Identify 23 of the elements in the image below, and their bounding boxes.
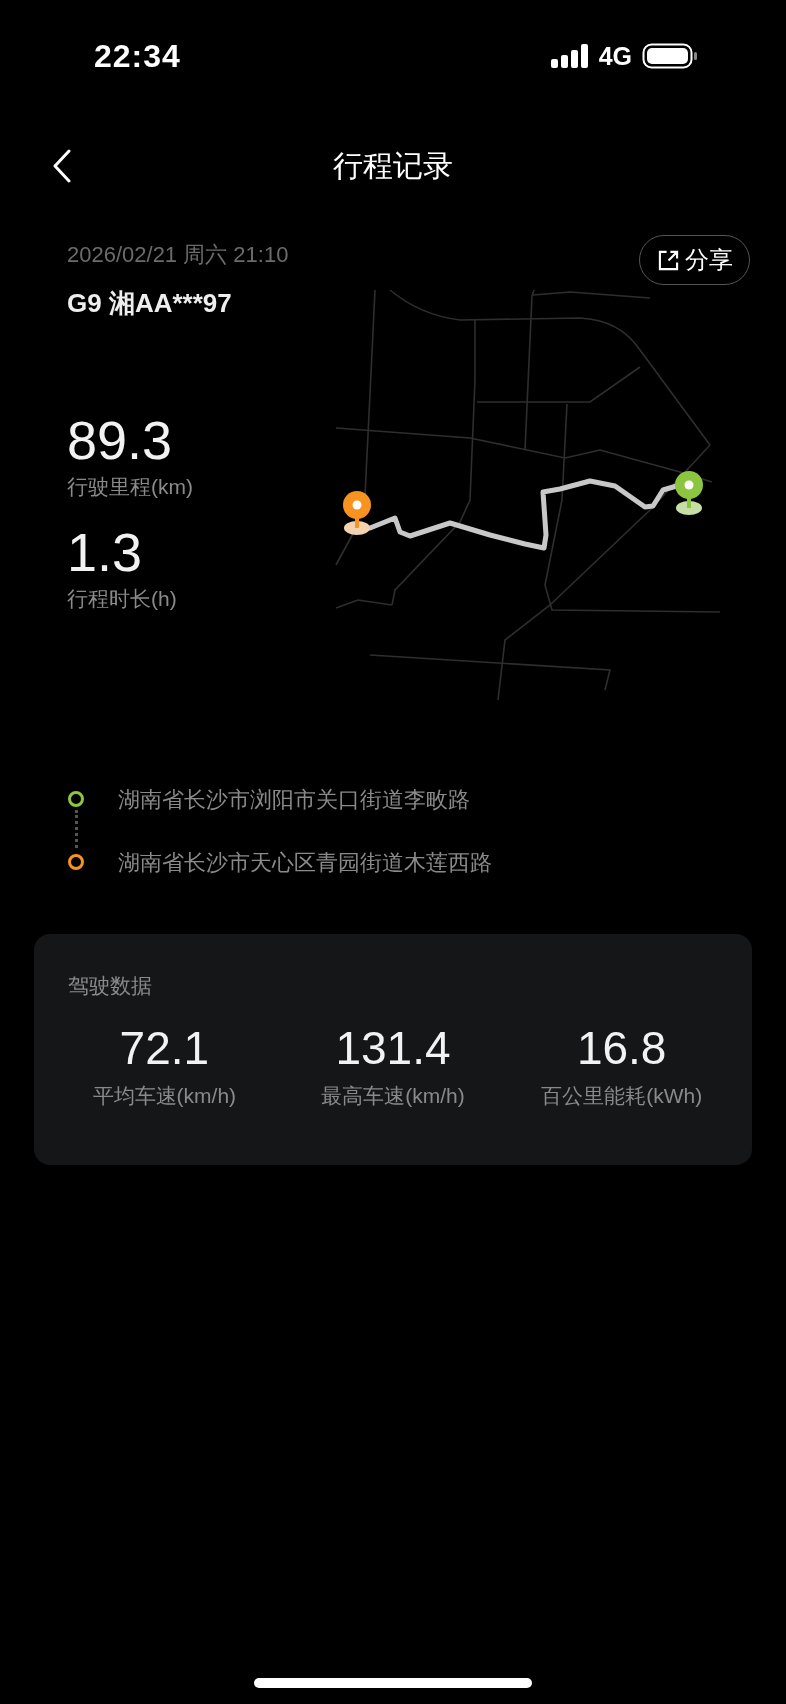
battery-icon [642, 43, 698, 69]
metric-label: 最高车速(km/h) [321, 1083, 465, 1109]
metric-label: 百公里能耗(kWh) [541, 1083, 703, 1109]
vehicle-label: G9 湘AA***97 [67, 287, 233, 320]
metric-value: 131.4 [335, 1021, 451, 1076]
back-icon[interactable] [52, 149, 72, 183]
metric-label: 平均车速(km/h) [92, 1083, 237, 1109]
signal-icon [550, 44, 589, 68]
card-title: 驾驶数据 [68, 973, 152, 999]
page-title: 行程记录 [333, 147, 453, 184]
share-button[interactable]: 分享 [639, 235, 750, 285]
stat-label: 行驶里程(km) [67, 474, 193, 500]
network-label: 4G [598, 41, 632, 71]
stat-value: 89.3 [67, 409, 173, 471]
stat-value: 1.3 [67, 521, 143, 583]
metric-value: 72.1 [119, 1021, 210, 1076]
address-text: 湖南省长沙市天心区青园街道木莲西路 [118, 849, 492, 877]
metric-value: 16.8 [576, 1021, 667, 1076]
stat-label: 行程时长(h) [67, 586, 177, 612]
trip-datetime: 2026/02/21 周六 21:10 [67, 241, 290, 269]
address-text: 湖南省长沙市浏阳市关口街道李畋路 [118, 786, 470, 814]
status-time: 22:34 [94, 37, 181, 75]
share-icon [658, 249, 679, 271]
